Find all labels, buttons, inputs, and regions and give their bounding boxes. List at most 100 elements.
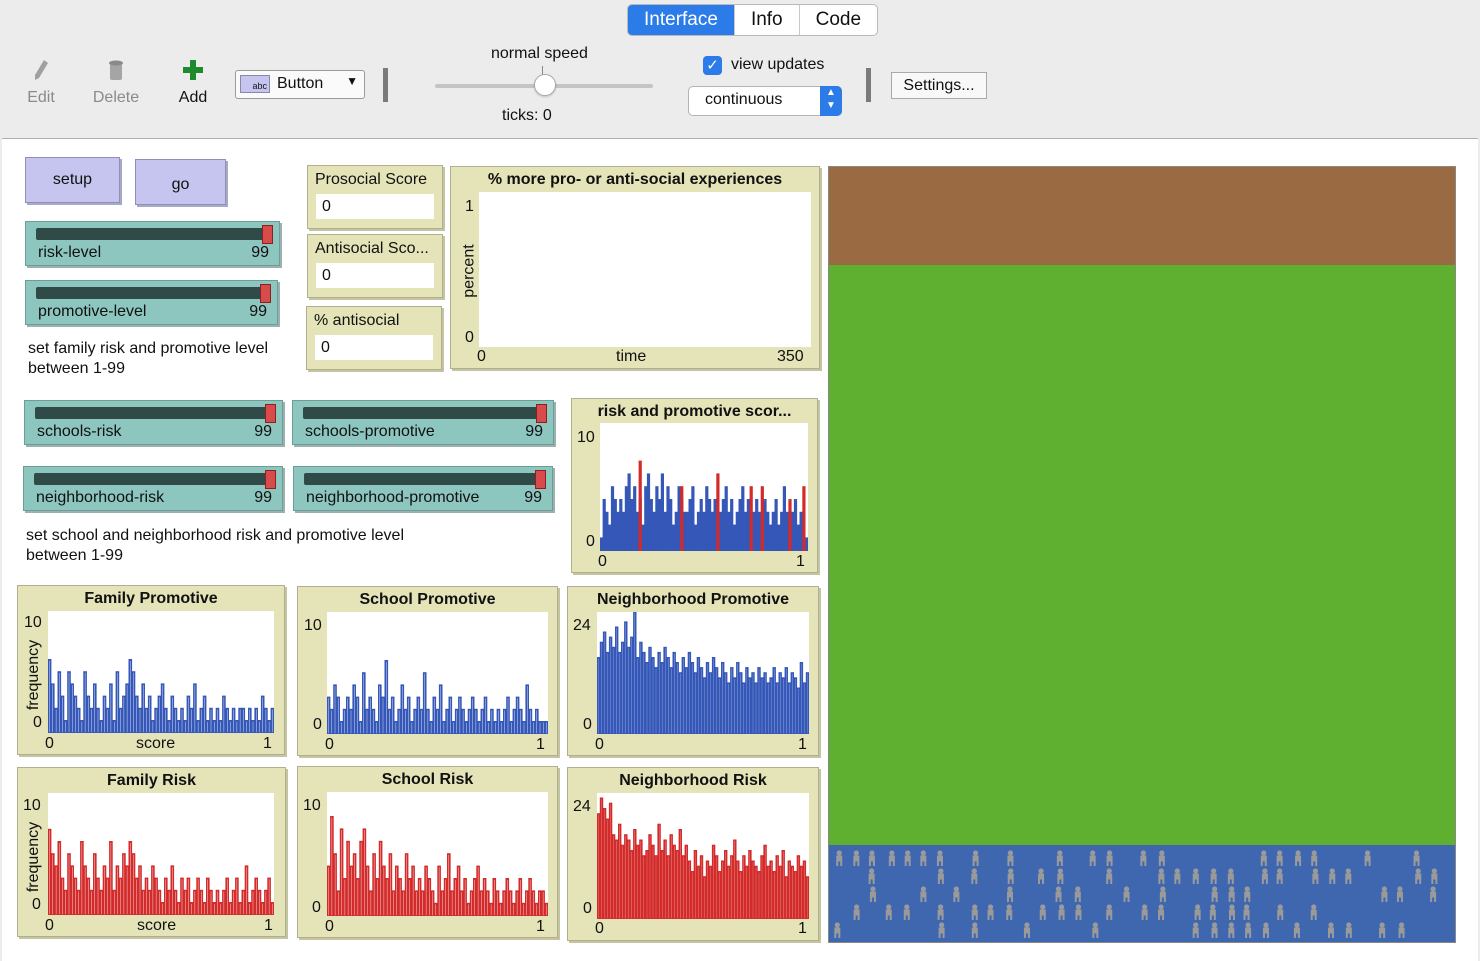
slider-track xyxy=(36,228,273,240)
slider-track xyxy=(34,473,276,485)
histogram-bar xyxy=(760,486,764,551)
family-note: set family risk and promotive level betw… xyxy=(28,339,268,379)
histogram-bar xyxy=(694,524,698,551)
setup-button[interactable]: setup xyxy=(25,157,120,203)
histogram-bar xyxy=(735,511,739,551)
person-turtle-icon xyxy=(1192,922,1199,938)
slider-thumb[interactable] xyxy=(265,404,276,423)
histogram-bar xyxy=(688,499,692,551)
y-axis-label: frequency xyxy=(25,639,43,711)
family-risk-histogram: Family Risk 10 0 frequency 0 score 1 xyxy=(17,767,286,937)
slider-value: 99 xyxy=(524,489,542,506)
slider-thumb[interactable] xyxy=(535,470,546,489)
turtles-layer xyxy=(834,850,1438,938)
histogram-bar xyxy=(669,499,673,551)
histogram-bar xyxy=(769,524,773,551)
update-mode-value: continuous xyxy=(705,91,783,108)
person-turtle-icon xyxy=(1039,904,1046,920)
speed-slider-knob[interactable] xyxy=(534,74,556,96)
histogram-bar xyxy=(644,486,648,551)
add-button[interactable]: Add xyxy=(172,58,214,107)
histogram-bar xyxy=(780,511,784,551)
histogram-bar xyxy=(752,511,756,551)
histogram-bar xyxy=(655,486,659,551)
update-mode-select[interactable]: continuous ▲ ▼ xyxy=(688,86,842,116)
widget-type-dropdown[interactable]: abc Button ▼ xyxy=(235,70,365,99)
person-turtle-icon xyxy=(1328,922,1335,938)
histogram-bar xyxy=(699,499,703,551)
pencil-icon xyxy=(35,60,48,80)
person-turtle-icon xyxy=(1276,868,1283,884)
tab-interface[interactable]: Interface xyxy=(628,5,734,35)
tab-info[interactable]: Info xyxy=(733,5,799,35)
view-updates-checkbox[interactable]: ✓ xyxy=(703,56,722,75)
schools-promotive-slider[interactable]: schools-promotive 99 xyxy=(292,400,554,445)
delete-button[interactable]: Delete xyxy=(88,58,144,107)
slider-thumb[interactable] xyxy=(262,225,273,244)
slider-value: 99 xyxy=(254,423,272,440)
y-min-label: 0 xyxy=(465,329,474,346)
y-max-label: 1 xyxy=(465,198,474,215)
prosocial-score-monitor: Prosocial Score 0 xyxy=(307,165,443,229)
monitor-label: Prosocial Score xyxy=(315,171,428,188)
person-turtle-icon xyxy=(1006,904,1013,920)
risk-level-slider[interactable]: risk-level 99 xyxy=(25,221,280,266)
person-turtle-icon xyxy=(1158,904,1165,920)
world-view[interactable] xyxy=(828,166,1456,943)
go-button[interactable]: go xyxy=(135,159,226,205)
slider-value: 99 xyxy=(525,423,543,440)
person-turtle-icon xyxy=(1228,922,1235,938)
histogram-bar xyxy=(671,524,676,551)
school-promotive-histogram: School Promotive 10 0 0 1 xyxy=(297,586,558,756)
person-turtle-icon xyxy=(1345,868,1352,884)
slider-thumb[interactable] xyxy=(260,284,271,303)
person-turtle-icon xyxy=(1413,850,1420,866)
histogram-bar xyxy=(741,486,745,551)
slider-thumb[interactable] xyxy=(265,470,276,489)
histogram-bar xyxy=(619,499,623,551)
y-max-label: 10 xyxy=(304,617,322,634)
person-turtle-icon xyxy=(1007,850,1014,866)
neighborhood-promotive-slider[interactable]: neighborhood-promotive 99 xyxy=(293,466,553,511)
neighborhood-risk-slider[interactable]: neighborhood-risk 99 xyxy=(23,466,283,511)
histogram-bar xyxy=(624,486,629,551)
percent-antisocial-monitor: % antisocial 0 xyxy=(306,306,442,370)
person-turtle-icon xyxy=(1329,868,1336,884)
plot-title: Neighborhood Risk xyxy=(619,772,767,789)
histogram-svg xyxy=(327,612,548,734)
edit-button[interactable]: Edit xyxy=(24,58,58,107)
updown-arrows-icon: ▲ ▼ xyxy=(820,86,842,116)
plot-title: risk and promotive scor... xyxy=(597,403,792,420)
x-min-label: 0 xyxy=(45,735,54,752)
x-min-label: 0 xyxy=(598,553,607,570)
histogram-bar xyxy=(713,499,717,551)
histogram-bar xyxy=(805,537,808,551)
monitor-value: 0 xyxy=(316,263,434,288)
y-min-label: 0 xyxy=(312,899,321,916)
person-turtle-icon xyxy=(1106,850,1113,866)
person-turtle-icon xyxy=(1141,904,1148,920)
toolbar-separator-2 xyxy=(866,68,871,102)
family-note-line-1: set family risk and promotive level xyxy=(28,340,269,357)
settings-button[interactable]: Settings... xyxy=(891,72,987,99)
schools-risk-slider[interactable]: schools-risk 99 xyxy=(24,400,283,445)
person-turtle-icon xyxy=(1396,886,1403,902)
histogram-bar xyxy=(721,499,725,551)
person-turtle-icon xyxy=(920,886,927,902)
histogram-bar xyxy=(785,511,789,551)
slider-thumb[interactable] xyxy=(536,404,547,423)
toolbar-separator xyxy=(383,68,388,102)
x-axis-label: time xyxy=(616,348,647,365)
plot-title: Neighborhood Promotive xyxy=(597,591,789,608)
y-max-label: 10 xyxy=(24,614,42,631)
histogram-svg xyxy=(327,792,548,916)
histogram-bar xyxy=(771,511,775,551)
plot-title: School Promotive xyxy=(359,591,496,608)
person-turtle-icon xyxy=(1106,868,1113,884)
person-turtle-icon xyxy=(1074,886,1081,902)
x-max-label: 1 xyxy=(264,917,273,934)
promotive-level-slider[interactable]: promotive-level 99 xyxy=(25,280,278,325)
histogram-bar xyxy=(610,486,615,551)
tab-code[interactable]: Code xyxy=(798,5,877,35)
histogram-bar xyxy=(705,486,709,551)
